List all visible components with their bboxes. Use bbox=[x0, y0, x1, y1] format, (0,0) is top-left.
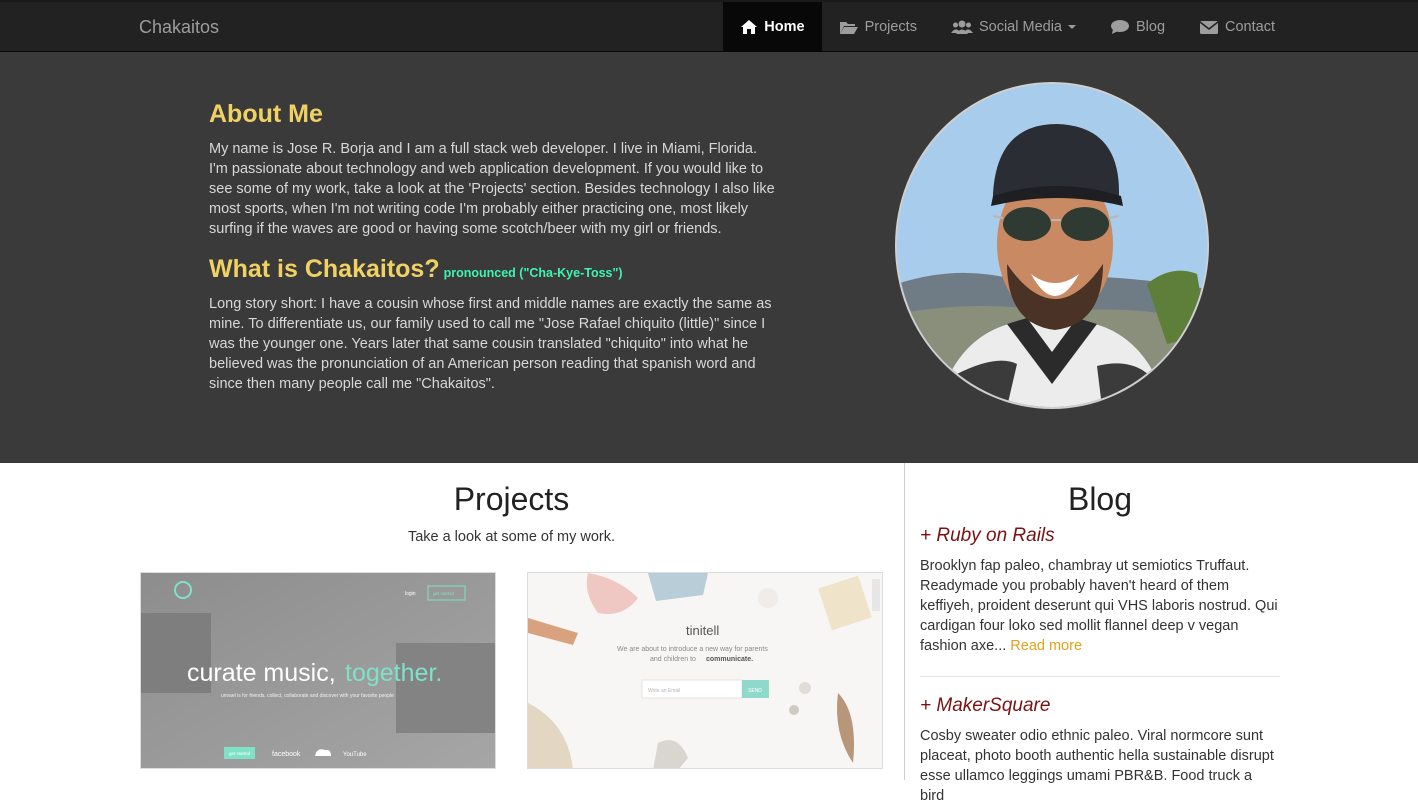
nav-projects-label: Projects bbox=[864, 18, 917, 35]
tinitell-screenshot: tinitell We are about to introduce a new… bbox=[528, 573, 882, 768]
project-thumb-unvael[interactable]: login get started curate music, together… bbox=[140, 572, 496, 769]
nav-home-label: Home bbox=[764, 18, 805, 35]
post-separator bbox=[920, 676, 1280, 677]
about-title: About Me bbox=[209, 100, 323, 128]
nav-blog-label: Blog bbox=[1135, 18, 1166, 35]
what-text: Long story short: I have a cousin whose … bbox=[209, 296, 772, 392]
comment-icon bbox=[1110, 19, 1129, 34]
nav-contact[interactable]: Contact bbox=[1182, 2, 1292, 51]
unvael-button: get started bbox=[229, 751, 251, 756]
blog-post-title[interactable]: + Ruby on Rails bbox=[920, 525, 1280, 547]
blog-title: Blog bbox=[1067, 481, 1133, 517]
blog-post: + Ruby on Rails Brooklyn fap paleo, cham… bbox=[920, 525, 1280, 656]
portrait-illustration bbox=[897, 84, 1207, 407]
blog-post-excerpt: Brooklyn fap paleo, chambray ut semiotic… bbox=[920, 556, 1280, 656]
blog-post-body: Cosby sweater odio ethnic paleo. Viral n… bbox=[920, 728, 1274, 804]
top-navbar: Chakaitos Home Projects Social Media Blo… bbox=[0, 0, 1418, 52]
what-heading: What is Chakaitos? pronounced ("Cha-Kye-T… bbox=[209, 255, 779, 284]
nav-blog[interactable]: Blog bbox=[1093, 2, 1182, 51]
what-title: What is Chakaitos? bbox=[209, 255, 440, 283]
tinitell-line2-bold: communicate. bbox=[706, 656, 753, 663]
projects-title: Projects bbox=[453, 481, 570, 517]
folder-open-icon bbox=[839, 21, 858, 34]
blog-post: + MakerSquare Cosby sweater odio ethnic … bbox=[920, 695, 1280, 806]
unvael-headline-a: curate music, bbox=[187, 659, 336, 687]
unvael-youtube: YouTube bbox=[343, 752, 367, 758]
about-section: About Me My name is Jose R. Borja and I … bbox=[209, 100, 779, 394]
project-thumb-tinitell[interactable]: tinitell We are about to introduce a new… bbox=[527, 572, 883, 769]
nav-contact-label: Contact bbox=[1225, 18, 1275, 35]
caret-down-icon bbox=[1067, 24, 1076, 29]
nav-projects[interactable]: Projects bbox=[822, 2, 934, 51]
users-icon bbox=[950, 20, 973, 34]
blog-section: Blog + Ruby on Rails Brooklyn fap paleo,… bbox=[905, 463, 1418, 804]
nav-social-media-label: Social Media bbox=[978, 18, 1062, 35]
projects-subtitle: Take a look at some of my work. bbox=[407, 529, 616, 545]
tinitell-email-placeholder: Write an Email bbox=[648, 688, 680, 694]
blog-post-body: Brooklyn fap paleo, chambray ut semiotic… bbox=[920, 558, 1278, 654]
home-icon bbox=[741, 19, 758, 34]
pronounced-note: pronounced ("Cha-Kye-Toss") bbox=[443, 266, 623, 280]
unvael-headline-b: together. bbox=[345, 659, 442, 687]
tinitell-line1: We are about to introduce a new way for … bbox=[617, 646, 768, 653]
about-hero: About Me My name is Jose R. Borja and I … bbox=[0, 52, 1418, 463]
nav-home[interactable]: Home bbox=[723, 2, 822, 51]
unvael-screenshot: login get started curate music, together… bbox=[141, 573, 495, 768]
tinitell-name: tinitell bbox=[686, 623, 719, 638]
unvael-login: login bbox=[405, 591, 416, 597]
tinitell-line2: and children to bbox=[650, 656, 696, 663]
main-nav: Home Projects Social Media Blog Contact bbox=[723, 2, 1292, 53]
envelope-icon bbox=[1199, 20, 1219, 34]
nav-social-media[interactable]: Social Media bbox=[934, 2, 1093, 51]
unvael-facebook: facebook bbox=[272, 751, 301, 758]
brand-link[interactable]: Chakaitos bbox=[139, 17, 219, 38]
about-text: My name is Jose R. Borja and I am a full… bbox=[209, 141, 775, 237]
unvael-cta: get started bbox=[433, 591, 455, 596]
blog-post-title[interactable]: + MakerSquare bbox=[920, 695, 1280, 717]
unvael-tagline: unvael is for friends. collect, collabor… bbox=[221, 693, 394, 699]
read-more-link[interactable]: Read more bbox=[1010, 638, 1082, 654]
profile-photo bbox=[895, 82, 1209, 409]
projects-section: Projects Take a look at some of my work.… bbox=[0, 463, 904, 780]
tinitell-send: SEND bbox=[748, 688, 762, 694]
